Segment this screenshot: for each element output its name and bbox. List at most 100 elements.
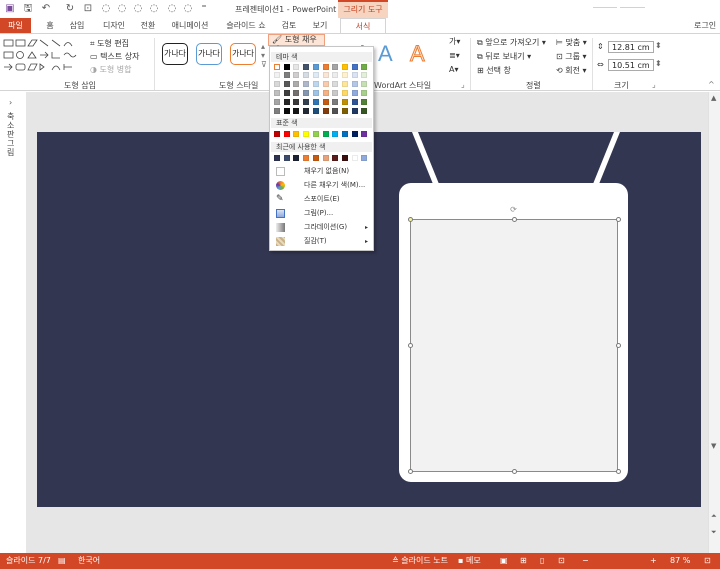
more-fill-colors-item[interactable]: 다른 채우기 색(M)... [271,179,372,192]
tab-slideshow[interactable]: 슬라이드 쇼 [222,18,270,33]
theme-color-swatch[interactable] [312,72,319,78]
theme-color-swatch[interactable] [274,108,280,114]
qat-shape-icon-6[interactable]: ◌ [182,3,194,15]
standard-color-swatch[interactable] [351,131,358,137]
tab-view[interactable]: 보기 [308,18,332,33]
edit-shape-button[interactable]: ⌗ 도형 편집 [90,38,129,49]
theme-color-swatch[interactable] [361,72,368,78]
standard-color-swatch[interactable] [361,131,368,137]
spell-check-icon[interactable]: ▤ [58,553,66,569]
theme-color-swatch[interactable] [341,72,348,78]
standard-color-swatch[interactable] [274,131,280,137]
theme-color-swatch[interactable] [361,81,368,87]
theme-color-swatch[interactable] [312,99,319,105]
merge-shapes-button[interactable]: ◑ 도형 병합 [90,64,132,75]
rotation-handle-icon[interactable]: ⟳ [509,205,518,214]
style-gallery-more-icon[interactable]: ▴ ▾ ⊽ [261,42,267,69]
theme-color-swatch[interactable] [332,108,339,114]
recent-color-swatch[interactable] [322,155,329,161]
resize-handle[interactable] [616,469,621,474]
text-box-button[interactable]: ▭ 텍스트 상자 [90,51,139,62]
redo-icon[interactable]: ↻ [64,3,76,15]
standard-color-swatch[interactable] [303,131,310,137]
theme-color-swatch[interactable] [293,108,300,114]
standard-color-swatch[interactable] [293,131,300,137]
standard-color-swatch[interactable] [312,131,319,137]
theme-color-swatch[interactable] [283,72,290,78]
send-backward-button[interactable]: ⧉ 뒤로 보내기 ▾ [477,51,531,62]
resize-handle[interactable] [616,343,621,348]
shape-width-input[interactable]: 10.51 cm [608,59,654,71]
rotate-button[interactable]: ⟲ 회전 ▾ [556,65,587,76]
width-spinner-icon[interactable]: ⬍ [655,59,662,68]
shape-style-tile-2[interactable]: 가나다 [196,43,222,65]
standard-color-swatch[interactable] [341,131,348,137]
selected-rectangle-shape[interactable] [410,219,618,472]
theme-color-swatch[interactable] [351,99,358,105]
theme-color-swatch[interactable] [341,90,348,96]
resize-handle[interactable] [512,217,517,222]
tab-animations[interactable]: 애니메이션 [166,18,214,33]
recent-color-swatch[interactable] [312,155,319,161]
standard-color-swatch[interactable] [322,131,329,137]
theme-color-swatch[interactable] [274,90,280,96]
normal-view-icon[interactable]: ▣ [500,553,508,569]
theme-color-swatch[interactable] [322,64,329,70]
qat-shape-icon-3[interactable]: ◌ [132,3,144,15]
previous-slide-icon[interactable]: ⏶ [711,512,717,521]
align-button[interactable]: ⊨ 맞춤 ▾ [556,37,587,48]
no-fill-item[interactable]: 채우기 없음(N) [271,165,372,178]
theme-color-swatch[interactable] [293,81,300,87]
qat-shape-icon-1[interactable]: ◌ [100,3,112,15]
theme-color-swatch[interactable] [332,72,339,78]
recent-color-swatch[interactable] [293,155,300,161]
theme-color-swatch[interactable] [361,99,368,105]
theme-color-swatch[interactable] [283,81,290,87]
tab-insert[interactable]: 삽입 [64,18,90,33]
theme-color-swatch[interactable] [293,72,300,78]
slide-sorter-icon[interactable]: ⊞ [520,553,527,569]
theme-color-swatch[interactable] [322,72,329,78]
shapes-gallery[interactable] [2,37,82,75]
theme-color-swatch[interactable] [303,108,310,114]
theme-color-swatch[interactable] [283,90,290,96]
theme-color-swatch[interactable] [341,108,348,114]
shape-style-tile-1[interactable]: 가나다 [162,43,188,65]
standard-color-swatch[interactable] [332,131,339,137]
shape-height-input[interactable]: 12.81 cm [608,41,654,53]
sign-in-link[interactable]: 로그인 [694,20,716,31]
theme-color-swatch[interactable] [303,81,310,87]
theme-color-swatch[interactable] [341,99,348,105]
resize-handle[interactable] [408,469,413,474]
theme-color-swatch[interactable] [274,64,280,70]
recent-color-swatch[interactable] [303,155,310,161]
recent-color-swatch[interactable] [332,155,339,161]
text-effects-icon[interactable]: A▾ [449,65,459,74]
size-dialog-launcher-icon[interactable]: ⌟ [652,80,656,89]
qat-shape-icon-4[interactable]: ◌ [148,3,160,15]
theme-color-swatch[interactable] [303,72,310,78]
theme-color-swatch[interactable] [351,64,358,70]
resize-handle[interactable] [512,469,517,474]
theme-color-swatch[interactable] [283,108,290,114]
qat-shape-icon-5[interactable]: ◌ [166,3,178,15]
scroll-up-icon[interactable]: ▲ [711,94,716,102]
theme-color-swatch[interactable] [303,90,310,96]
theme-color-swatch[interactable] [351,81,358,87]
collapse-ribbon-icon[interactable]: ^ [708,80,715,89]
gradient-item[interactable]: 그라데이션(G) ▸ [271,221,372,234]
theme-color-swatch[interactable] [274,99,280,105]
bring-forward-button[interactable]: ⧉ 앞으로 가져오기 ▾ [477,37,546,48]
wordart-dialog-launcher-icon[interactable]: ⌟ [461,80,465,89]
eyedropper-item[interactable]: ✎ 스포이트(E) [271,193,372,206]
theme-color-swatch[interactable] [293,99,300,105]
recent-color-swatch[interactable] [274,155,280,161]
theme-color-swatch[interactable] [341,64,348,70]
recent-color-swatch[interactable] [341,155,348,161]
zoom-slider-thumb[interactable] [617,4,620,12]
group-button[interactable]: ⊡ 그룹 ▾ [556,51,587,62]
comments-button[interactable]: ▪ 메모 [458,553,481,569]
start-slideshow-icon[interactable]: ⊡ [82,3,94,15]
scroll-down-icon[interactable]: ▼ [711,442,716,450]
thumbnail-pane-collapsed[interactable]: › [0,92,26,553]
